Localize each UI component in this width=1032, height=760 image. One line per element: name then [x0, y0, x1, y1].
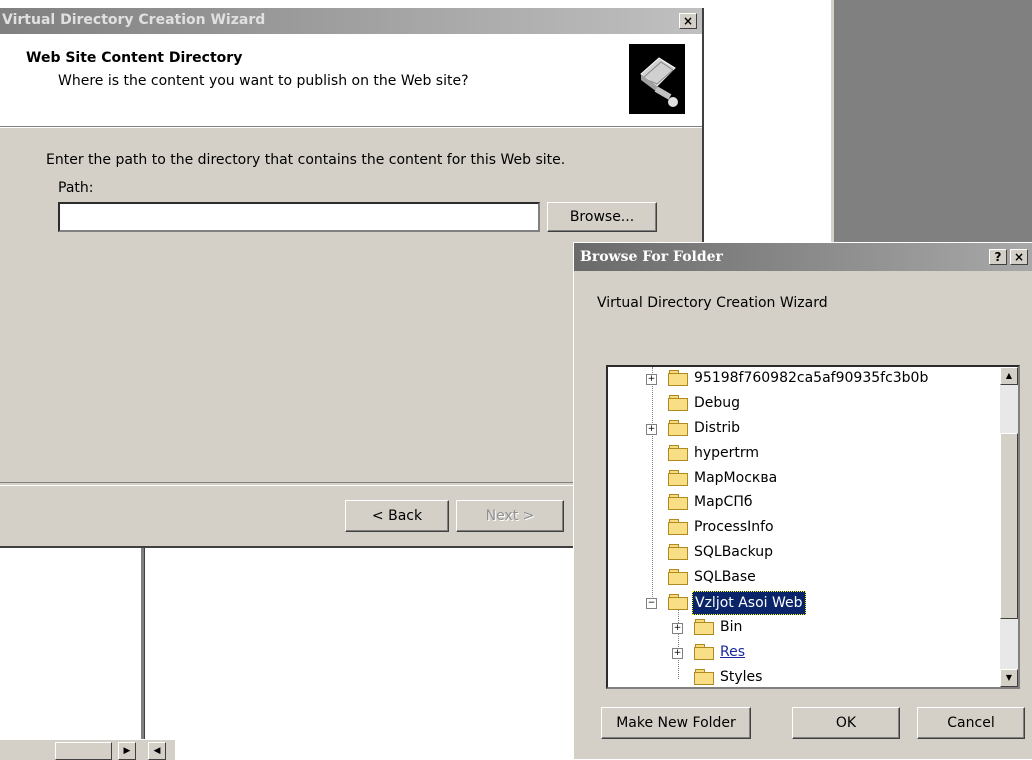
- wizard-header: Web Site Content Directory Where is the …: [0, 34, 702, 127]
- tree-item-label: Vzljot Asoi Web: [692, 591, 806, 615]
- folder-icon: [668, 420, 688, 436]
- page-title: Web Site Content Directory: [26, 50, 243, 66]
- tree-item-label: МарМосква: [694, 470, 778, 486]
- expand-icon[interactable]: +: [672, 623, 683, 634]
- make-new-folder-button[interactable]: Make New Folder: [601, 707, 751, 739]
- tree-item-label: МарСПб: [694, 494, 753, 510]
- tree-connector: [652, 367, 653, 599]
- tree-item-label: Debug: [694, 395, 741, 411]
- tree-item-label: 95198f760982ca5af90935fc3b0b: [694, 370, 929, 386]
- folder-icon: [668, 519, 688, 535]
- folder-icon: [694, 644, 714, 660]
- tree-item-label: Styles: [720, 669, 763, 685]
- path-input[interactable]: [58, 202, 540, 232]
- header-divider: [0, 127, 702, 128]
- background-panel: [834, 0, 1032, 245]
- tree-vertical-scrollbar[interactable]: ▲ ▼: [1000, 367, 1018, 687]
- scroll-left-arrow-icon[interactable]: ◀: [148, 742, 166, 760]
- help-button[interactable]: ?: [989, 249, 1007, 265]
- folder-open-icon: [668, 594, 688, 610]
- folder-icon: [694, 619, 714, 635]
- back-button[interactable]: < Back: [345, 500, 449, 532]
- instruction-text: Enter the path to the directory that con…: [46, 152, 566, 168]
- tree-item-label: SQLBackup: [694, 544, 774, 560]
- path-label: Path:: [58, 180, 94, 196]
- cancel-button[interactable]: Cancel: [917, 707, 1025, 739]
- browse-titlebar[interactable]: Browse For Folder ? ×: [574, 243, 1032, 271]
- browse-title: Browse For Folder: [580, 249, 723, 265]
- expand-icon[interactable]: +: [646, 424, 657, 435]
- tree-scrollbar-thumb[interactable]: [1000, 433, 1018, 619]
- tree-connector: [678, 599, 679, 679]
- expand-icon[interactable]: +: [672, 648, 683, 659]
- folder-icon: [668, 470, 688, 486]
- page-subtitle: Where is the content you want to publish…: [58, 73, 469, 89]
- scroll-down-arrow-icon[interactable]: ▼: [1000, 669, 1018, 687]
- tree-item-label: Bin: [720, 619, 743, 635]
- browse-for-folder-dialog: Browse For Folder ? × Virtual Directory …: [573, 242, 1032, 759]
- tree-item-label: Distrib: [694, 420, 740, 436]
- tree-item-label: ProcessInfo: [694, 519, 774, 535]
- folder-icon: [668, 569, 688, 585]
- folder-icon: [668, 544, 688, 560]
- expand-icon[interactable]: +: [646, 374, 657, 385]
- folder-tree[interactable]: + 95198f760982ca5af90935fc3b0b Debug + D…: [606, 365, 1020, 689]
- wizard-banner-icon: [629, 44, 685, 114]
- wizard-close-button[interactable]: ×: [679, 13, 697, 29]
- browse-button[interactable]: Browse...: [547, 202, 657, 232]
- browse-close-button[interactable]: ×: [1010, 249, 1028, 265]
- folder-icon: [668, 494, 688, 510]
- scrollbar-thumb[interactable]: [55, 742, 112, 760]
- scroll-up-arrow-icon[interactable]: ▲: [1000, 367, 1018, 385]
- collapse-icon[interactable]: −: [646, 598, 657, 609]
- folder-icon: [668, 370, 688, 386]
- tree-item-label: hypertrm: [694, 445, 760, 461]
- folder-icon: [668, 395, 688, 411]
- folder-icon: [694, 669, 714, 685]
- horizontal-scrollbar[interactable]: ▶ ◀: [0, 739, 175, 760]
- pane-splitter[interactable]: [141, 548, 145, 759]
- wizard-titlebar[interactable]: Virtual Directory Creation Wizard ×: [0, 8, 702, 34]
- next-button[interactable]: Next >: [456, 500, 564, 532]
- wizard-title: Virtual Directory Creation Wizard: [2, 12, 266, 28]
- folder-icon: [668, 445, 688, 461]
- browse-description: Virtual Directory Creation Wizard: [597, 295, 828, 311]
- scroll-right-arrow-icon[interactable]: ▶: [118, 742, 136, 760]
- tree-item-label: SQLBase: [694, 569, 756, 585]
- tree-item-label: Res: [720, 644, 746, 660]
- ok-button[interactable]: OK: [792, 707, 900, 739]
